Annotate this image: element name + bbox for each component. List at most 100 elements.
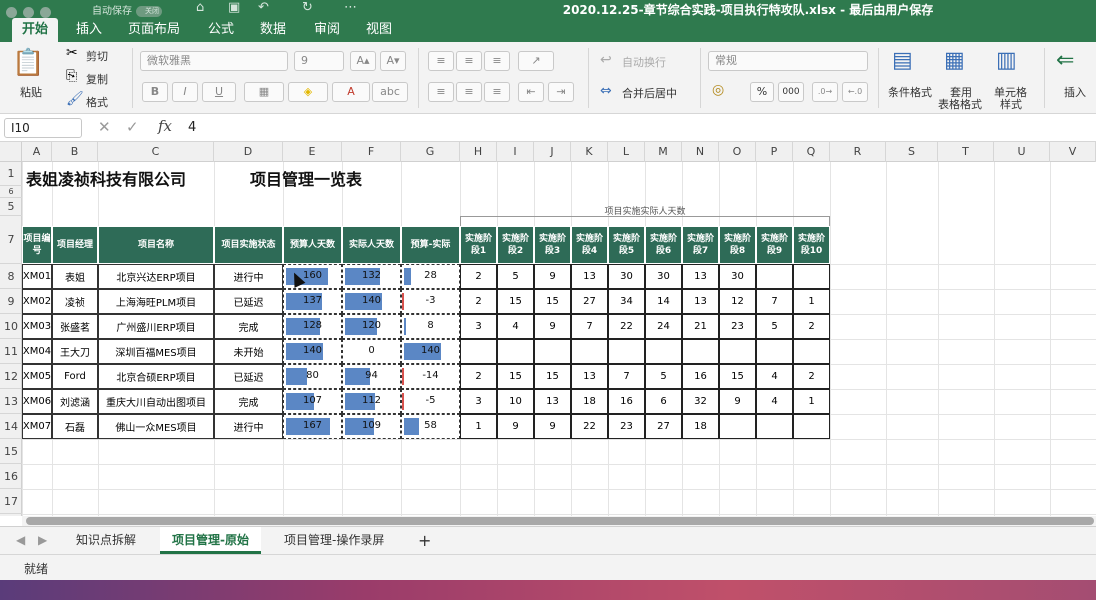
cell-mgr[interactable]: 石磊 <box>52 414 98 439</box>
row-header-7[interactable]: 7 <box>0 216 22 264</box>
decrease-indent-icon[interactable]: ⇤ <box>518 82 544 102</box>
add-sheet-button[interactable]: + <box>406 527 443 554</box>
tab-page-layout[interactable]: 页面布局 <box>118 18 190 42</box>
stage-cell[interactable]: 9 <box>534 264 571 289</box>
align-center-icon[interactable]: ≡ <box>456 82 482 102</box>
save-icon[interactable]: ▣ <box>228 0 240 15</box>
tab-data[interactable]: 数据 <box>250 18 296 42</box>
row-header-14[interactable]: 14 <box>0 414 22 439</box>
bold-button[interactable]: B <box>142 82 168 102</box>
currency-icon[interactable]: ◎ <box>712 82 724 98</box>
cell-status[interactable]: 进行中 <box>214 264 283 289</box>
stage-cell[interactable]: 9 <box>534 314 571 339</box>
column-header-s[interactable]: S <box>886 142 938 162</box>
stage-cell[interactable]: 2 <box>793 314 830 339</box>
redo-icon[interactable]: ↻ <box>302 0 313 15</box>
number-format-select[interactable]: 常规 <box>708 51 868 71</box>
undo-icon[interactable]: ↶ <box>258 0 269 15</box>
confirm-icon[interactable]: ✓ <box>126 118 139 136</box>
stage-cell[interactable]: 18 <box>682 414 719 439</box>
decrease-decimal-icon[interactable]: ←.0 <box>842 82 868 102</box>
stage-cell[interactable]: 7 <box>756 289 793 314</box>
stage-cell[interactable]: 2 <box>793 364 830 389</box>
stage-cell[interactable]: 7 <box>608 364 645 389</box>
cut-button[interactable]: 剪切 <box>86 48 108 64</box>
stage-cell[interactable]: 5 <box>497 264 534 289</box>
sheet-tab-knowledge[interactable]: 知识点拆解 <box>64 527 148 554</box>
stage-cell[interactable]: 4 <box>756 389 793 414</box>
stage-cell[interactable]: 15 <box>497 289 534 314</box>
orientation-icon[interactable]: ↗ <box>518 51 554 71</box>
stage-cell[interactable]: 2 <box>460 289 497 314</box>
stage-cell[interactable]: 18 <box>571 389 608 414</box>
autosave[interactable]: 自动保存 关闭 <box>92 2 162 17</box>
stage-cell[interactable] <box>756 264 793 289</box>
stage-cell[interactable]: 13 <box>571 264 608 289</box>
stage-cell[interactable]: 4 <box>756 364 793 389</box>
sheet-tab-project-original[interactable]: 项目管理-原始 <box>160 527 261 554</box>
row-header-17[interactable]: 17 <box>0 489 22 514</box>
cell-id[interactable]: XM05 <box>22 364 52 389</box>
column-header-i[interactable]: I <box>497 142 534 162</box>
stage-cell[interactable]: 30 <box>719 264 756 289</box>
italic-button[interactable]: I <box>172 82 198 102</box>
stage-cell[interactable]: 22 <box>608 314 645 339</box>
stage-cell[interactable]: 2 <box>460 264 497 289</box>
conditional-format-button[interactable]: 条件格式 <box>888 84 932 100</box>
cell-status[interactable]: 完成 <box>214 389 283 414</box>
scrollbar-thumb[interactable] <box>26 517 1094 525</box>
align-middle-icon[interactable]: ≡ <box>456 51 482 71</box>
stage-cell[interactable]: 5 <box>756 314 793 339</box>
format-painter-icon[interactable]: 🖌 <box>66 91 84 107</box>
format-painter-button[interactable]: 格式 <box>86 94 108 110</box>
stage-cell[interactable]: 27 <box>645 414 682 439</box>
column-header-u[interactable]: U <box>994 142 1050 162</box>
stage-cell[interactable]: 30 <box>608 264 645 289</box>
stage-cell[interactable] <box>756 339 793 364</box>
tab-home[interactable]: 开始 <box>12 18 59 42</box>
row-header-9[interactable]: 9 <box>0 289 22 314</box>
paste-icon[interactable]: 📋 <box>12 48 44 78</box>
stage-cell[interactable]: 24 <box>645 314 682 339</box>
align-bottom-icon[interactable]: ≡ <box>484 51 510 71</box>
stage-cell[interactable] <box>682 339 719 364</box>
close-icon[interactable] <box>6 7 17 18</box>
row-header-1[interactable]: 1 <box>0 162 22 186</box>
cell-id[interactable]: XM07 <box>22 414 52 439</box>
stage-cell[interactable]: 9 <box>534 414 571 439</box>
stage-cell[interactable]: 3 <box>460 314 497 339</box>
cell-status[interactable]: 未开始 <box>214 339 283 364</box>
stage-cell[interactable]: 1 <box>460 414 497 439</box>
stage-cell[interactable]: 15 <box>534 289 571 314</box>
column-header-f[interactable]: F <box>342 142 401 162</box>
stage-cell[interactable] <box>571 339 608 364</box>
select-all-corner[interactable] <box>0 142 22 162</box>
stage-cell[interactable] <box>793 264 830 289</box>
stage-cell[interactable]: 23 <box>719 314 756 339</box>
tab-insert[interactable]: 插入 <box>66 18 112 42</box>
column-header-k[interactable]: K <box>571 142 608 162</box>
merge-center-button[interactable]: 合并后居中 <box>622 85 677 101</box>
next-sheet-icon[interactable]: ▶ <box>26 527 59 554</box>
stage-cell[interactable]: 10 <box>497 389 534 414</box>
worksheet-grid[interactable]: A B C D E F G H I J K L M N O P Q R S T U V 1 6 5 7 8 9 10 11 12 13 14 15… <box>0 142 1096 516</box>
stage-cell[interactable]: 9 <box>497 414 534 439</box>
scissors-icon[interactable]: ✂ <box>66 45 78 61</box>
stage-cell[interactable]: 34 <box>608 289 645 314</box>
cell-mgr[interactable]: Ford <box>52 364 98 389</box>
column-header-m[interactable]: M <box>645 142 682 162</box>
autosave-toggle[interactable]: 关闭 <box>136 5 162 17</box>
row-header-12[interactable]: 12 <box>0 364 22 389</box>
stage-cell[interactable]: 32 <box>682 389 719 414</box>
stage-cell[interactable]: 13 <box>682 264 719 289</box>
font-color-icon[interactable]: A <box>332 82 370 102</box>
tab-view[interactable]: 视图 <box>356 18 402 42</box>
stage-cell[interactable] <box>534 339 571 364</box>
cell-mgr[interactable]: 王大刀 <box>52 339 98 364</box>
cell-name[interactable]: 佛山一众MES项目 <box>98 414 214 439</box>
stage-cell[interactable] <box>645 339 682 364</box>
tab-review[interactable]: 审阅 <box>304 18 350 42</box>
stage-cell[interactable]: 9 <box>719 389 756 414</box>
stage-cell[interactable]: 13 <box>534 389 571 414</box>
wrap-text-button[interactable]: 自动换行 <box>622 54 666 70</box>
